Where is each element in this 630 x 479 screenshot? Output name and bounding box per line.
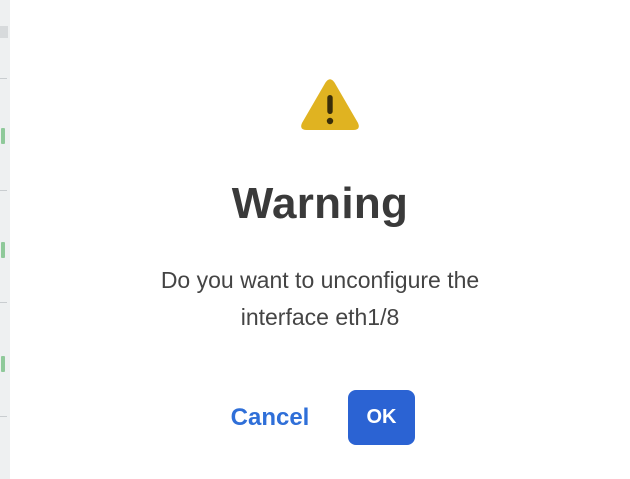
dialog-message: Do you want to unconfigure the interface…: [70, 262, 570, 336]
background-divider: [0, 78, 7, 79]
dialog-title: Warning: [231, 179, 409, 228]
background-sidebar-edge: [0, 0, 10, 479]
ok-button[interactable]: OK: [348, 390, 415, 445]
warning-dialog: Warning Do you want to unconfigure the i…: [10, 0, 620, 479]
background-status-mark: [1, 128, 5, 144]
cancel-button[interactable]: Cancel: [214, 398, 326, 438]
dialog-message-line: interface eth1/8: [240, 304, 400, 330]
warning-triangle-icon: [301, 79, 359, 130]
background-divider: [0, 302, 7, 303]
background-status-mark: [1, 356, 5, 372]
background-edge-element: [0, 26, 8, 38]
background-status-mark: [1, 242, 5, 258]
background-divider: [0, 416, 7, 417]
dialog-message-line: Do you want to unconfigure the: [160, 267, 480, 293]
